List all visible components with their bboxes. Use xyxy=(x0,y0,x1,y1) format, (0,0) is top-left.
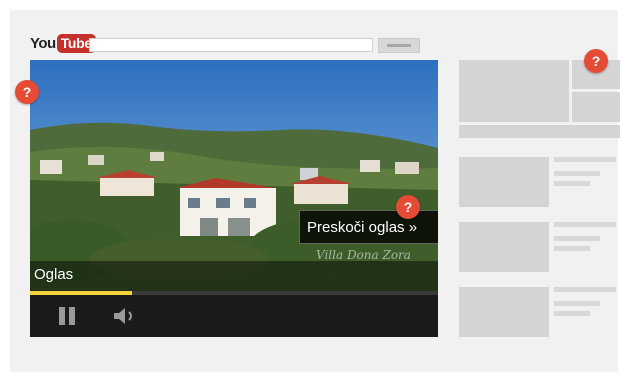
pause-bar-right xyxy=(69,307,75,325)
skip-ad-button[interactable]: Preskoči oglas » xyxy=(299,210,438,244)
search-input[interactable] xyxy=(89,38,373,52)
sidebar-ad-main[interactable] xyxy=(459,60,569,122)
video-title-line xyxy=(554,222,616,227)
help-icon[interactable]: ? xyxy=(396,195,420,219)
ad-overlay xyxy=(30,261,438,291)
video-thumbnail[interactable] xyxy=(459,287,549,337)
video-meta-line xyxy=(554,236,600,241)
logo-you-text: You xyxy=(30,34,56,52)
video-meta-line xyxy=(554,181,590,186)
video-thumbnail[interactable] xyxy=(459,222,549,272)
sidebar-ad-caption[interactable] xyxy=(459,125,620,138)
pause-bar-left xyxy=(59,307,65,325)
ad-label: Oglas xyxy=(34,266,74,283)
watermark: Villa Dona Zora xyxy=(316,248,411,262)
video-player[interactable]: Villa Dona Zora Oglas Preskoči oglas » xyxy=(30,60,438,337)
player-controls xyxy=(30,295,438,337)
video-title-line xyxy=(554,287,616,292)
volume-icon[interactable] xyxy=(112,305,142,327)
video-thumbnail[interactable] xyxy=(459,157,549,207)
video-title-line xyxy=(554,157,616,162)
help-icon[interactable]: ? xyxy=(15,80,39,104)
search-button[interactable] xyxy=(378,38,420,53)
video-meta-line xyxy=(554,171,600,176)
help-icon[interactable]: ? xyxy=(584,49,608,73)
video-meta-line xyxy=(554,301,600,306)
video-meta-line xyxy=(554,246,590,251)
youtube-logo[interactable]: You Tube xyxy=(30,33,96,53)
video-meta-line xyxy=(554,311,590,316)
sidebar-ad-small-bottom[interactable] xyxy=(572,92,620,122)
search-button-bar xyxy=(387,44,411,47)
pause-icon[interactable] xyxy=(56,305,78,327)
